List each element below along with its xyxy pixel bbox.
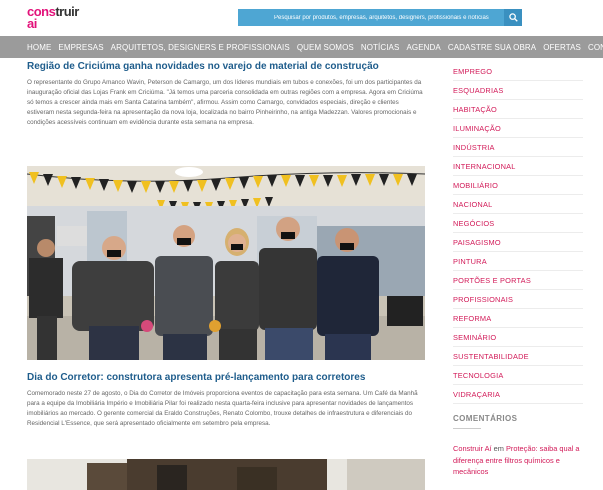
nav-cadastre-obra[interactable]: CADASTRE SUA OBRA [448, 43, 536, 52]
nav-noticias[interactable]: NOTÍCIAS [361, 43, 400, 52]
nav-quem-somos[interactable]: QUEM SOMOS [297, 43, 354, 52]
search-bar [238, 9, 522, 26]
post-1: Região de Criciúma ganha novidades no va… [27, 60, 427, 128]
sidebar-item-sustentabilidade[interactable]: SUSTENTABILIDADE [453, 347, 583, 366]
sidebar-item-tecnologia[interactable]: TECNOLOGIA [453, 366, 583, 385]
site-header: construir ai [0, 0, 603, 36]
post-2-photo[interactable] [27, 459, 425, 490]
sidebar-item-negocios[interactable]: NEGÓCIOS [453, 214, 583, 233]
store-group-photo [27, 166, 425, 360]
sidebar-item-portoes-portas[interactable]: PORTÕES E PORTAS [453, 271, 583, 290]
nav-home[interactable]: HOME [27, 43, 51, 52]
comment-separator: em [491, 444, 506, 453]
post-1-photo[interactable] [27, 166, 425, 360]
logo-text-bottom: ai [27, 16, 37, 31]
post-2: Dia do Corretor: construtora apresenta p… [27, 371, 425, 429]
sidebar-item-profissionais[interactable]: PROFISSIONAIS [453, 290, 583, 309]
post-excerpt: O representante do Grupo Amanco Wavin, P… [27, 79, 423, 126]
main-nav: HOME EMPRESAS ARQUITETOS, DESIGNERS E PR… [0, 36, 603, 58]
search-input[interactable] [238, 9, 504, 26]
sidebar-item-mobiliario[interactable]: MOBILIÁRIO [453, 176, 583, 195]
nav-arquitetos[interactable]: ARQUITETOS, DESIGNERS E PROFISSIONAIS [111, 43, 290, 52]
post-title[interactable]: Região de Criciúma ganha novidades no va… [27, 60, 427, 74]
sidebar-item-industria[interactable]: INDÚSTRIA [453, 138, 583, 157]
sidebar-item-habitacao[interactable]: HABITAÇÃO [453, 100, 583, 119]
nav-contato[interactable]: CONTATO [588, 43, 603, 52]
sidebar: EMPREGO ESQUADRIAS HABITAÇÃO ILUMINAÇÃO … [453, 62, 583, 478]
search-button[interactable] [504, 9, 522, 26]
post-excerpt: Comemorado neste 27 de agosto, o Dia do … [27, 390, 418, 427]
event-photo [27, 459, 425, 490]
comments-heading: COMENTÁRIOS [453, 414, 518, 423]
sidebar-item-esquadrias[interactable]: ESQUADRIAS [453, 81, 583, 100]
sidebar-item-paisagismo[interactable]: PAISAGISMO [453, 233, 583, 252]
recent-comment: Construir Aí em Proteção: saiba qual a d… [453, 443, 583, 478]
sidebar-item-emprego[interactable]: EMPREGO [453, 62, 583, 81]
post-title[interactable]: Dia do Corretor: construtora apresenta p… [27, 371, 425, 385]
comment-author-link[interactable]: Construir Aí [453, 444, 492, 453]
sidebar-item-pintura[interactable]: PINTURA [453, 252, 583, 271]
nav-agenda[interactable]: AGENDA [406, 43, 440, 52]
nav-ofertas[interactable]: OFERTAS [543, 43, 581, 52]
sidebar-item-reforma[interactable]: REFORMA [453, 309, 583, 328]
sidebar-item-internacional[interactable]: INTERNACIONAL [453, 157, 583, 176]
nav-empresas[interactable]: EMPRESAS [58, 43, 103, 52]
sidebar-item-iluminacao[interactable]: ILUMINAÇÃO [453, 119, 583, 138]
sidebar-item-nacional[interactable]: NACIONAL [453, 195, 583, 214]
sidebar-item-seminario[interactable]: SEMINÁRIO [453, 328, 583, 347]
site-logo[interactable]: construir ai [27, 4, 89, 32]
search-icon [508, 13, 518, 22]
comments-divider [453, 428, 481, 429]
sidebar-item-vidracaria[interactable]: VIDRAÇARIA [453, 385, 583, 404]
